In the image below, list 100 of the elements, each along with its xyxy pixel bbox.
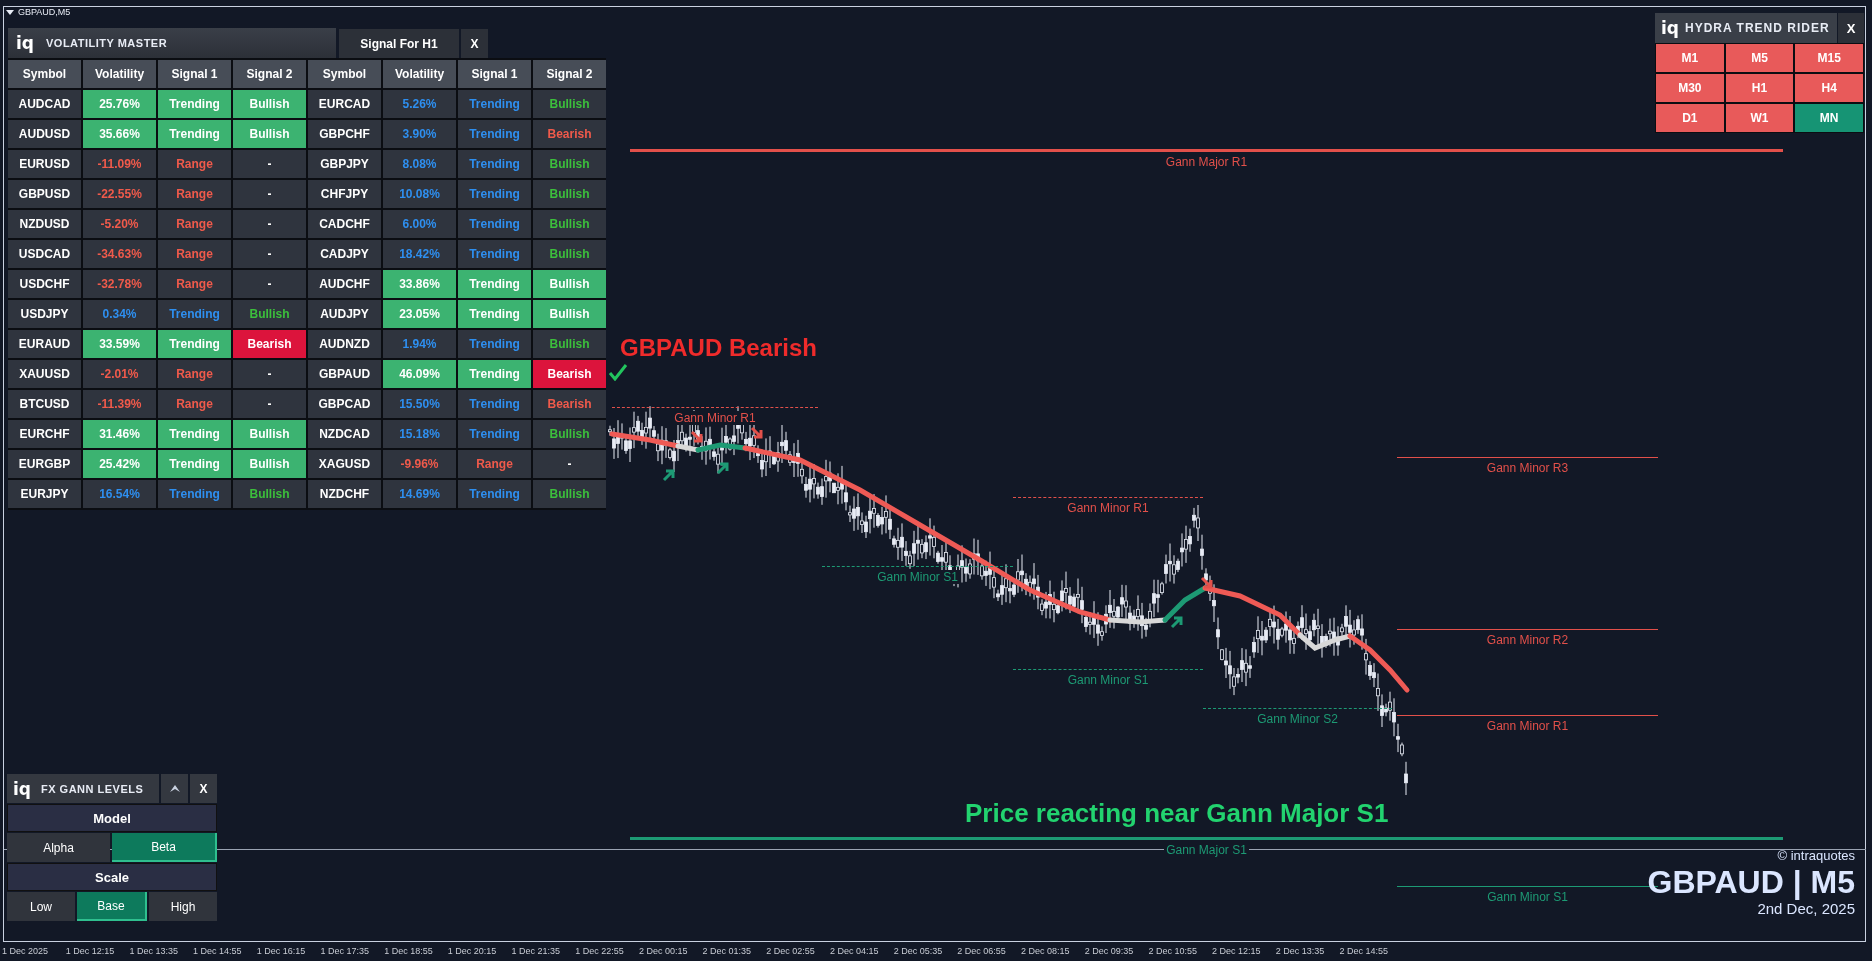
table-cell: 0.34%: [83, 300, 156, 328]
table-cell: USDCHF: [8, 270, 81, 298]
table-cell: -11.39%: [83, 390, 156, 418]
close-button[interactable]: X: [1838, 13, 1864, 43]
table-cell: Bullish: [533, 180, 606, 208]
column-header: Signal 1: [158, 60, 231, 88]
time-axis-label: 1 Dec 21:35: [511, 946, 562, 956]
logo: iq: [13, 778, 31, 799]
table-cell: -5.20%: [83, 210, 156, 238]
level-label: Gann Major R1: [1163, 155, 1250, 169]
time-axis-label: 1 Dec 13:35: [129, 946, 179, 956]
symbol-label: GBPAUD | M5: [1647, 865, 1855, 901]
chart-annotation: Price reacting near Gann Major S1: [965, 798, 1389, 829]
table-cell: Bullish: [233, 420, 306, 448]
level-label: Gann Minor S2: [1255, 712, 1340, 726]
table-cell: Trending: [158, 420, 231, 448]
timeframe-button[interactable]: M5: [1725, 44, 1794, 72]
table-cell: Trending: [158, 450, 231, 478]
column-header: Volatility: [83, 60, 156, 88]
table-cell: 15.50%: [383, 390, 456, 418]
table-cell: -34.63%: [83, 240, 156, 268]
table-cell: Bullish: [533, 420, 606, 448]
time-axis-label: 1 Dec 18:55: [384, 946, 434, 956]
logo: iq: [1661, 18, 1679, 38]
option-button[interactable]: Beta: [112, 833, 217, 862]
table-cell: Trending: [158, 330, 231, 358]
table-cell: Trending: [158, 480, 231, 508]
level-label: Gann Minor R1: [672, 411, 758, 425]
panel-title: FX GANN LEVELS: [41, 782, 144, 795]
close-button[interactable]: X: [190, 774, 217, 803]
table-cell: -: [233, 270, 306, 298]
table-cell: 33.59%: [83, 330, 156, 358]
timeframe-button[interactable]: M15: [1795, 44, 1863, 72]
table-cell: 25.76%: [83, 90, 156, 118]
table-cell: -: [233, 180, 306, 208]
table-cell: AUDJPY: [308, 300, 381, 328]
signal-tab[interactable]: Signal For H1: [339, 29, 459, 58]
table-cell: 33.86%: [383, 270, 456, 298]
table-cell: GBPJPY: [308, 150, 381, 178]
table-cell: XAGUSD: [308, 450, 381, 478]
table-cell: 23.05%: [383, 300, 456, 328]
logo: iq: [16, 33, 34, 53]
table-cell: -2.01%: [83, 360, 156, 388]
column-header: Signal 2: [533, 60, 606, 88]
table-cell: 10.08%: [383, 180, 456, 208]
table-cell: Bullish: [233, 480, 306, 508]
table-cell: EURCAD: [308, 90, 381, 118]
table-cell: Bullish: [233, 90, 306, 118]
table-cell: Range: [158, 270, 231, 298]
time-axis-label: 2 Dec 09:35: [1084, 946, 1135, 956]
timeframe-button[interactable]: H1: [1725, 74, 1794, 102]
table-cell: Bearish: [533, 360, 606, 388]
table-cell: Trending: [458, 150, 531, 178]
panel-title: VOLATILITY MASTER: [46, 37, 168, 49]
table-cell: EURUSD: [8, 150, 81, 178]
table-cell: NZDCAD: [308, 420, 381, 448]
timeframe-button[interactable]: H4: [1795, 74, 1863, 102]
time-axis-label: 2 Dec 05:35: [893, 946, 944, 956]
table-cell: 6.00%: [383, 210, 456, 238]
table-cell: 46.09%: [383, 360, 456, 388]
timeframe-button[interactable]: M30: [1656, 74, 1724, 102]
level-label: Gann Minor S1: [1065, 673, 1151, 687]
table-cell: BTCUSD: [8, 390, 81, 418]
column-header: Signal 2: [233, 60, 306, 88]
table-cell: AUDCAD: [8, 90, 81, 118]
level-label: Gann Minor R1: [1484, 719, 1571, 733]
table-cell: Range: [158, 210, 231, 238]
chart-title: GBPAUD,M5: [18, 7, 71, 17]
table-cell: -: [233, 210, 306, 238]
table-cell: 15.18%: [383, 420, 456, 448]
table-cell: NZDCHF: [308, 480, 381, 508]
table-cell: Bullish: [533, 240, 606, 268]
time-axis-label: 2 Dec 01:35: [702, 946, 753, 956]
table-cell: Trending: [158, 300, 231, 328]
table-cell: NZDUSD: [8, 210, 81, 238]
table-cell: Range: [158, 180, 231, 208]
table-cell: CHFJPY: [308, 180, 381, 208]
table-cell: GBPCHF: [308, 120, 381, 148]
timeframe-button[interactable]: M1: [1656, 44, 1724, 72]
table-cell: Bullish: [233, 120, 306, 148]
table-cell: GBPCAD: [308, 390, 381, 418]
table-cell: Bullish: [533, 480, 606, 508]
time-axis-label: 2 Dec 13:35: [1275, 946, 1326, 956]
level-label: Gann Minor R1: [1065, 501, 1151, 515]
table-cell: Trending: [458, 210, 531, 238]
option-button[interactable]: Alpha: [7, 833, 110, 862]
option-button[interactable]: Base: [77, 892, 147, 921]
timeframe-button[interactable]: D1: [1656, 104, 1724, 132]
table-cell: Trending: [158, 120, 231, 148]
table-cell: -: [233, 390, 306, 418]
table-cell: Trending: [458, 90, 531, 118]
section-heading: Model: [7, 804, 217, 832]
level-label: Gann Minor R3: [1484, 461, 1571, 475]
close-button[interactable]: X: [461, 29, 488, 58]
option-button[interactable]: High: [149, 892, 217, 921]
timeframe-button[interactable]: MN: [1795, 104, 1863, 132]
time-axis-label: 2 Dec 10:55: [1148, 946, 1198, 956]
option-button[interactable]: Low: [7, 892, 75, 921]
time-axis-label: 1 Dec 14:55: [193, 946, 243, 956]
timeframe-button[interactable]: W1: [1725, 104, 1794, 132]
